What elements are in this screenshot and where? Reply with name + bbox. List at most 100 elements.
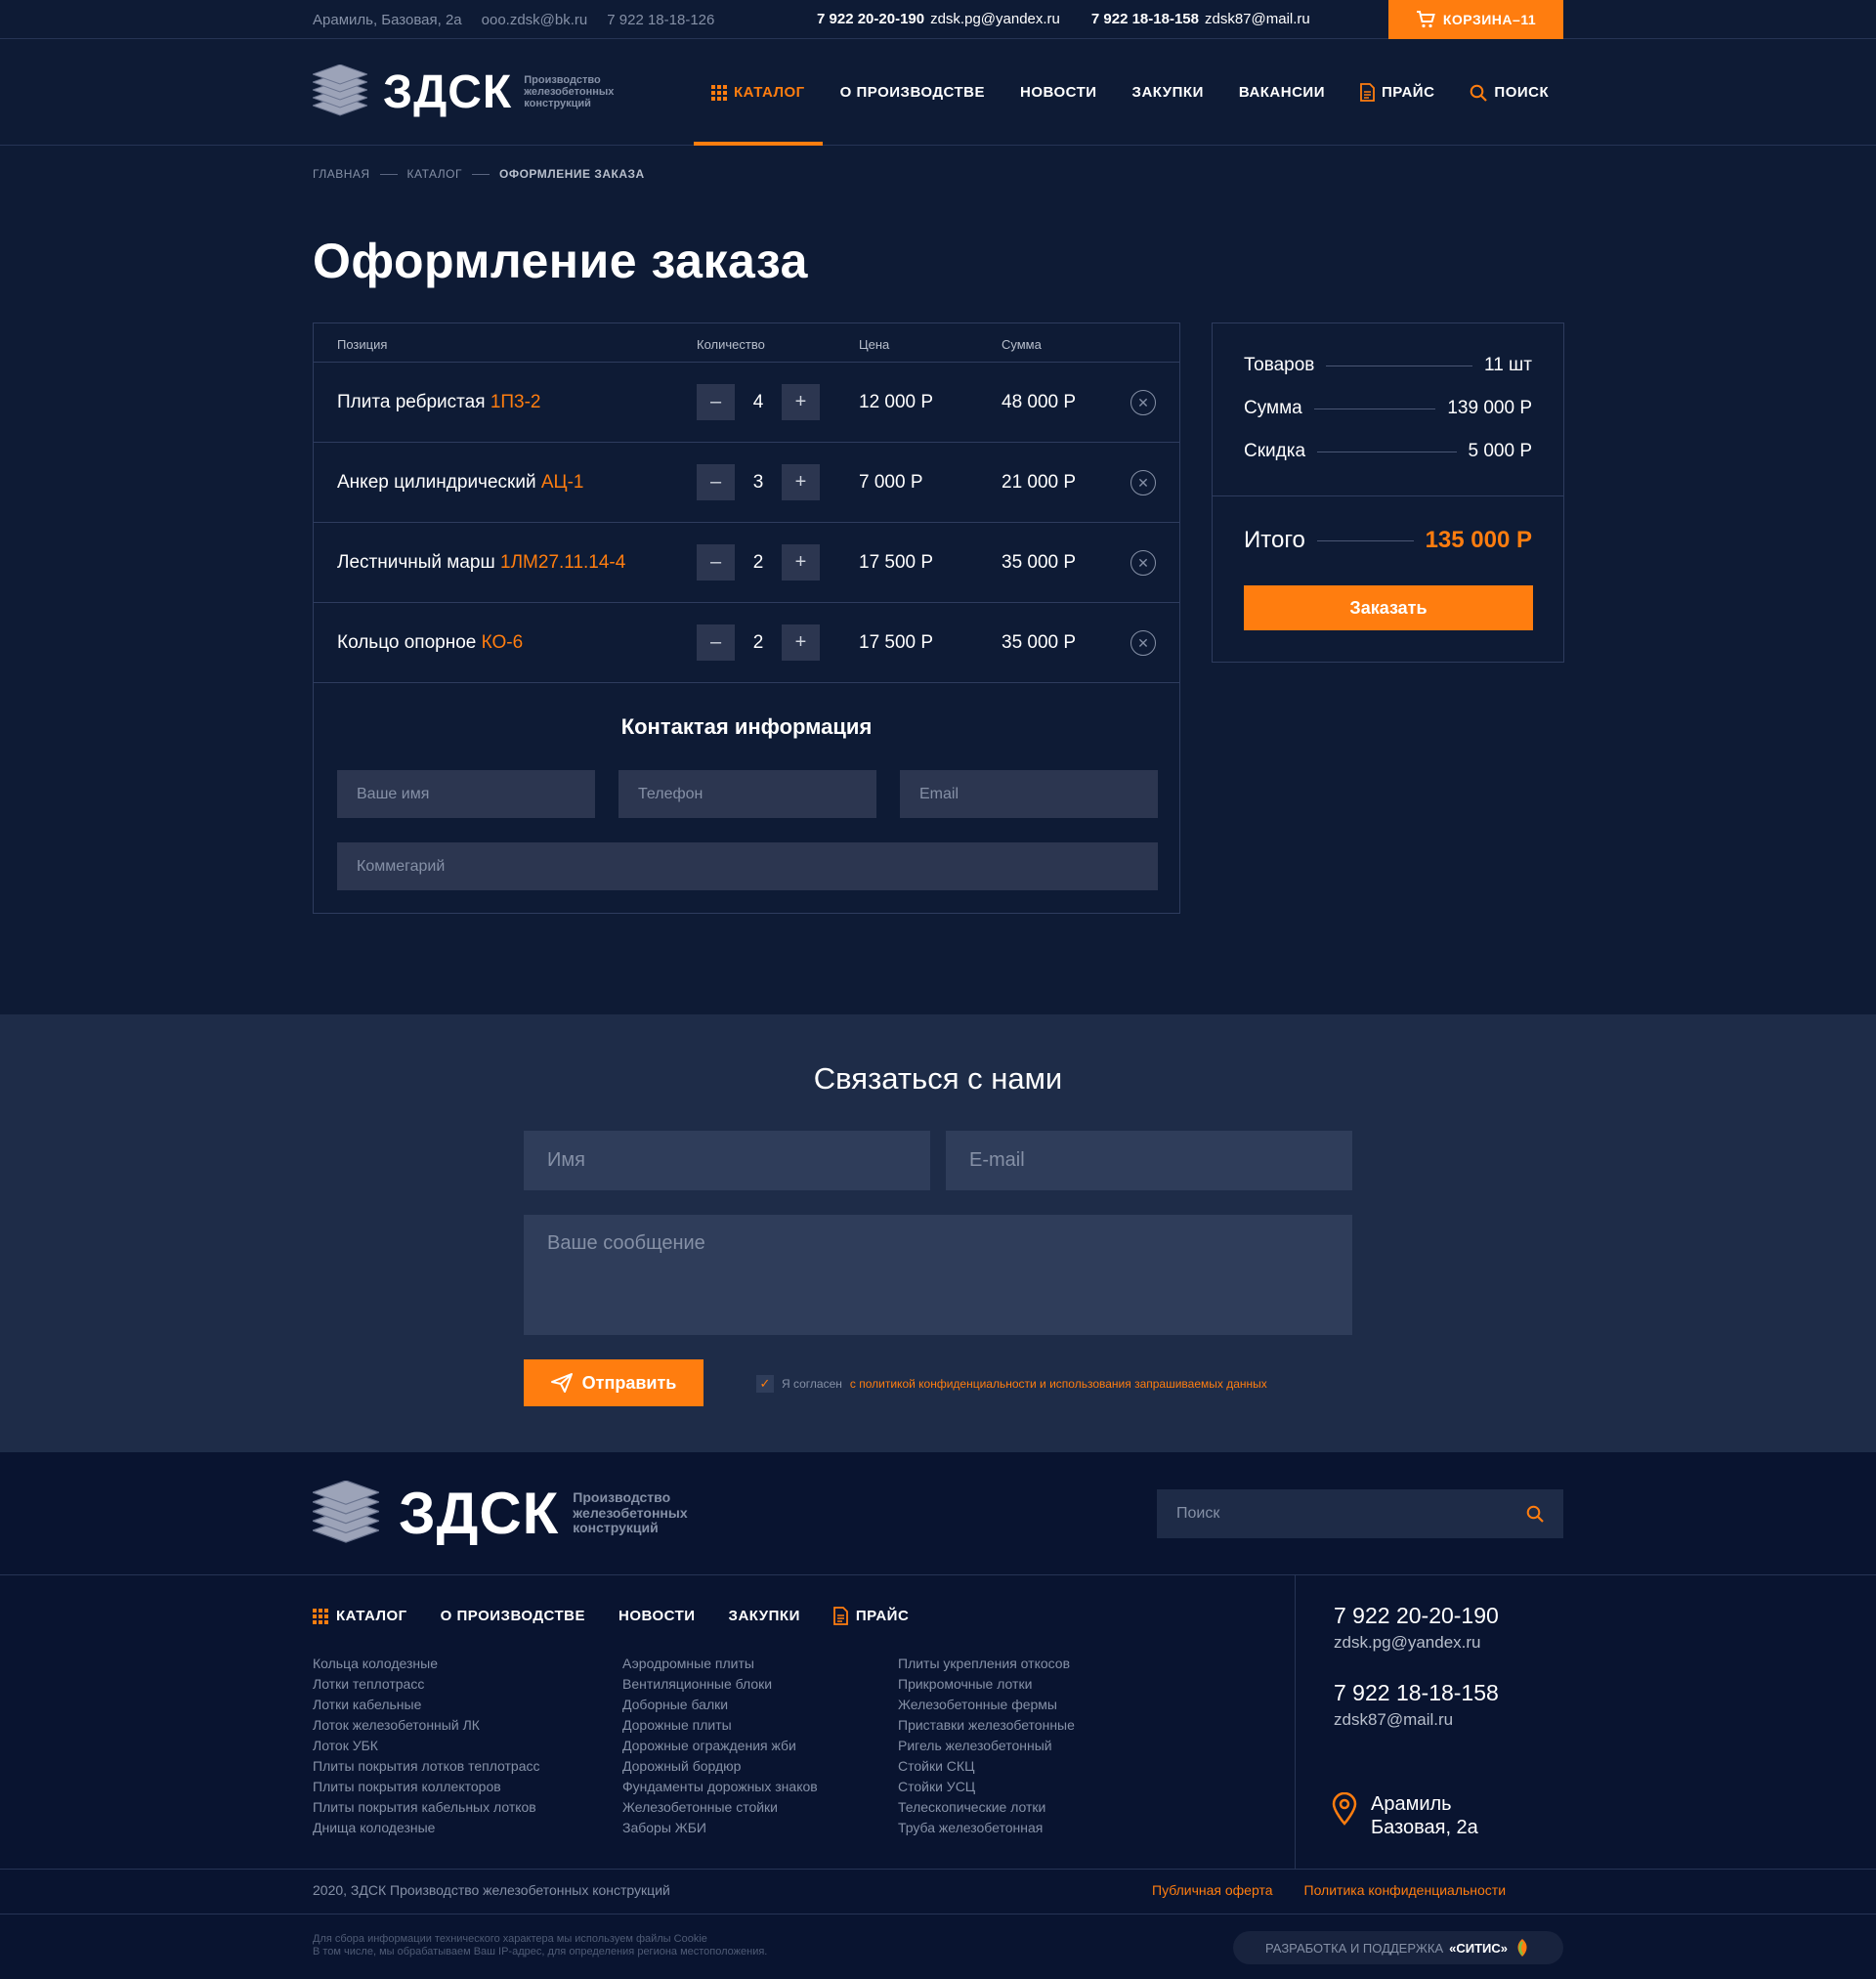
footer-link[interactable]: Плиты покрытия кабельных лотков: [313, 1797, 539, 1818]
footer-link[interactable]: Днища колодезные: [313, 1818, 539, 1838]
footer-link[interactable]: Вентиляционные блоки: [622, 1674, 818, 1695]
phone1-link[interactable]: 7 922 20-20-190: [817, 11, 924, 27]
footer-link[interactable]: Прикромочные лотки: [898, 1674, 1075, 1695]
footer-link[interactable]: Плиты укрепления откосов: [898, 1654, 1075, 1674]
order-button[interactable]: Заказать: [1244, 585, 1533, 630]
email-link[interactable]: ooo.zdsk@bk.ru: [482, 12, 588, 28]
phone-link[interactable]: 7 922 18-18-126: [607, 12, 714, 28]
plus-button[interactable]: +: [782, 464, 820, 500]
privacy-link[interactable]: с политикой конфиденциальности и использ…: [850, 1377, 1267, 1391]
phone-field[interactable]: Телефон: [618, 770, 876, 818]
quantity-value[interactable]: 2: [735, 552, 782, 574]
item-sum: 35 000 Р: [1002, 552, 1077, 573]
footer-link[interactable]: Стойки УСЦ: [898, 1777, 1075, 1797]
email-field[interactable]: Email: [900, 770, 1158, 818]
minus-button[interactable]: –: [697, 544, 735, 581]
quantity-value[interactable]: 4: [735, 392, 782, 413]
plus-button[interactable]: +: [782, 544, 820, 581]
footer-link[interactable]: Лоток железобетонный ЛК: [313, 1715, 539, 1736]
footer-email1[interactable]: zdsk.pg@yandex.ru: [1334, 1633, 1481, 1653]
item-code[interactable]: 1ЛМ27.11.14-4: [500, 552, 625, 573]
remove-icon[interactable]: ✕: [1130, 550, 1156, 576]
breadcrumb-separator: [472, 173, 490, 175]
footer-link[interactable]: Ригель железобетонный: [898, 1736, 1075, 1756]
footer-link[interactable]: Железобетонные фермы: [898, 1695, 1075, 1715]
nav-search[interactable]: ПОИСК: [1452, 39, 1549, 146]
footer-link[interactable]: Доборные балки: [622, 1695, 818, 1715]
footer-phone2[interactable]: 7 922 18-18-158: [1334, 1680, 1499, 1706]
contact-email-input[interactable]: E-mail: [946, 1131, 1352, 1190]
footer-nav-production[interactable]: О ПРОИЗВОДСТВЕ: [441, 1607, 585, 1625]
footer-nav-catalog[interactable]: КАТАЛОГ: [313, 1607, 407, 1625]
nav-purchases[interactable]: ЗАКУПКИ: [1115, 39, 1221, 146]
search-icon[interactable]: [1526, 1505, 1544, 1523]
footer-link[interactable]: Лотки кабельные: [313, 1695, 539, 1715]
item-code[interactable]: 1П3-2: [490, 392, 541, 412]
nav-price[interactable]: ПРАЙС: [1343, 39, 1452, 146]
minus-button[interactable]: –: [697, 384, 735, 420]
item-name: Анкер цилиндрический АЦ-1: [337, 472, 584, 493]
item-price: 17 500 Р: [859, 552, 934, 573]
footer-link[interactable]: Заборы ЖБИ: [622, 1818, 818, 1838]
footer-link[interactable]: Дорожный бордюр: [622, 1756, 818, 1777]
contact-section: Связаться с нами Имя E-mail Ваше сообщен…: [0, 1014, 1876, 1452]
footer-nav-news[interactable]: НОВОСТИ: [618, 1607, 696, 1625]
nav-news[interactable]: НОВОСТИ: [1002, 39, 1115, 146]
footer-nav-price[interactable]: ПРАЙС: [832, 1607, 909, 1625]
contact-message-input[interactable]: Ваше сообщение: [524, 1215, 1352, 1335]
leaf-icon: [1517, 1939, 1527, 1957]
footer-link[interactable]: Труба железобетонная: [898, 1818, 1075, 1838]
footer-link[interactable]: Лотки теплотрасс: [313, 1674, 539, 1695]
footer-phone1[interactable]: 7 922 20-20-190: [1334, 1603, 1499, 1629]
nav-vacancies[interactable]: ВАКАНСИИ: [1221, 39, 1343, 146]
summary-items: Товаров 11 шт: [1244, 355, 1532, 375]
minus-button[interactable]: –: [697, 624, 735, 661]
footer-link[interactable]: Лоток УБК: [313, 1736, 539, 1756]
phone2-link[interactable]: 7 922 18-18-158: [1091, 11, 1199, 27]
developer-badge[interactable]: РАЗРАБОТКА И ПОДДЕРЖКА «СИТИС»: [1233, 1931, 1563, 1964]
name-field[interactable]: Ваше имя: [337, 770, 595, 818]
item-code[interactable]: АЦ-1: [541, 472, 584, 493]
footer-email2[interactable]: zdsk87@mail.ru: [1334, 1710, 1453, 1730]
remove-icon[interactable]: ✕: [1130, 630, 1156, 656]
footer-link[interactable]: Телескопические лотки: [898, 1797, 1075, 1818]
footer-link[interactable]: Плиты покрытия лотков теплотрасс: [313, 1756, 539, 1777]
email2-link[interactable]: zdsk87@mail.ru: [1205, 11, 1310, 27]
quantity-value[interactable]: 2: [735, 632, 782, 654]
document-icon: [1360, 83, 1375, 102]
breadcrumb-home[interactable]: ГЛАВНАЯ: [313, 167, 370, 181]
privacy-policy-link[interactable]: Политика конфиденциальности: [1304, 1882, 1507, 1898]
item-code[interactable]: КО-6: [482, 632, 524, 653]
remove-icon[interactable]: ✕: [1130, 390, 1156, 415]
grid-icon: [313, 1608, 328, 1624]
offer-link[interactable]: Публичная оферта: [1152, 1882, 1273, 1898]
cart-button[interactable]: КОРЗИНА–11: [1388, 0, 1563, 39]
plus-button[interactable]: +: [782, 624, 820, 661]
contact-name-input[interactable]: Имя: [524, 1131, 930, 1190]
contact-info-title: Контактая информация: [620, 714, 873, 739]
agree-checkbox[interactable]: ✓ Я согласен с политикой конфиденциально…: [756, 1375, 1267, 1393]
footer-search-input[interactable]: Поиск: [1157, 1489, 1563, 1538]
email1-link[interactable]: zdsk.pg@yandex.ru: [930, 11, 1060, 27]
footer-link[interactable]: Дорожные ограждения жби: [622, 1736, 818, 1756]
footer-link[interactable]: Железобетонные стойки: [622, 1797, 818, 1818]
footer-link[interactable]: Кольца колодезные: [313, 1654, 539, 1674]
plus-button[interactable]: +: [782, 384, 820, 420]
footer-link[interactable]: Приставки железобетонные: [898, 1715, 1075, 1736]
footer-link[interactable]: Дорожные плиты: [622, 1715, 818, 1736]
logo[interactable]: ЗДСК Производство железобетонных констру…: [313, 65, 614, 119]
footer-link[interactable]: Стойки СКЦ: [898, 1756, 1075, 1777]
footer-link[interactable]: Фундаменты дорожных знаков: [622, 1777, 818, 1797]
breadcrumb-catalog[interactable]: КАТАЛОГ: [407, 167, 462, 181]
send-button[interactable]: Отправить: [524, 1359, 704, 1406]
footer-logo[interactable]: ЗДСК Производство железобетонных констру…: [313, 1480, 688, 1547]
minus-button[interactable]: –: [697, 464, 735, 500]
comment-field[interactable]: Коммегарий: [337, 842, 1158, 890]
nav-catalog[interactable]: КАТАЛОГ: [694, 39, 823, 146]
footer-nav-purchases[interactable]: ЗАКУПКИ: [729, 1607, 800, 1625]
footer-link[interactable]: Плиты покрытия коллекторов: [313, 1777, 539, 1797]
nav-production[interactable]: О ПРОИЗВОДСТВЕ: [823, 39, 1002, 146]
remove-icon[interactable]: ✕: [1130, 470, 1156, 495]
footer-link[interactable]: Аэродромные плиты: [622, 1654, 818, 1674]
quantity-value[interactable]: 3: [735, 472, 782, 494]
